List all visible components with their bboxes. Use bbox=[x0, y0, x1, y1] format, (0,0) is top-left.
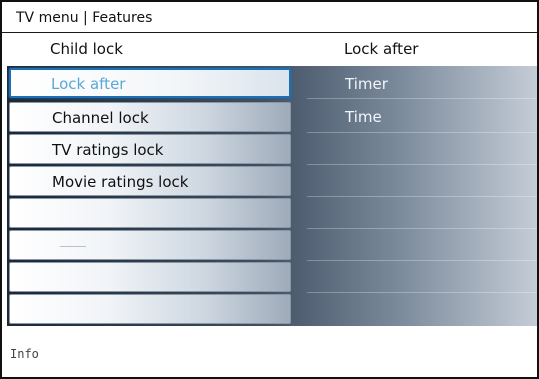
menu-item-label: Movie ratings lock bbox=[52, 173, 189, 191]
submenu-separator bbox=[307, 164, 537, 165]
submenu-option-time[interactable]: Time bbox=[345, 108, 382, 126]
menu-item-label: Channel lock bbox=[52, 109, 149, 127]
menu-item-empty bbox=[9, 262, 291, 292]
menu-item-lock-after[interactable]: Lock after bbox=[9, 68, 291, 98]
menu-item-label: Lock after bbox=[51, 75, 126, 93]
info-label: Info bbox=[10, 347, 39, 361]
info-area bbox=[2, 327, 537, 377]
submenu-separator bbox=[307, 196, 537, 197]
submenu-separator bbox=[307, 132, 537, 133]
placeholder-line bbox=[60, 246, 86, 247]
divider bbox=[2, 32, 537, 33]
submenu-separator bbox=[307, 292, 537, 293]
submenu-separator bbox=[307, 228, 537, 229]
menu-item-movie-ratings-lock[interactable]: Movie ratings lock bbox=[9, 166, 291, 196]
breadcrumb: TV menu | Features bbox=[16, 10, 153, 26]
menu-column-title: Child lock bbox=[50, 40, 123, 58]
menu-item-tv-ratings-lock[interactable]: TV ratings lock bbox=[9, 134, 291, 164]
menu-item-empty bbox=[9, 230, 291, 260]
menu-item-empty bbox=[9, 198, 291, 228]
menu-item-empty bbox=[9, 294, 291, 324]
tv-menu-screen: TV menu | Features Child lock Lock after… bbox=[0, 0, 539, 379]
submenu-option-timer[interactable]: Timer bbox=[345, 75, 388, 93]
submenu-list: Timer Time bbox=[307, 66, 537, 326]
menu-list: Lock after Channel lock TV ratings lock … bbox=[9, 66, 297, 326]
submenu-column-title: Lock after bbox=[344, 40, 419, 58]
submenu-separator bbox=[307, 260, 537, 261]
submenu-separator bbox=[307, 98, 537, 99]
menu-item-label: TV ratings lock bbox=[52, 141, 164, 159]
menu-item-channel-lock[interactable]: Channel lock bbox=[9, 102, 291, 132]
